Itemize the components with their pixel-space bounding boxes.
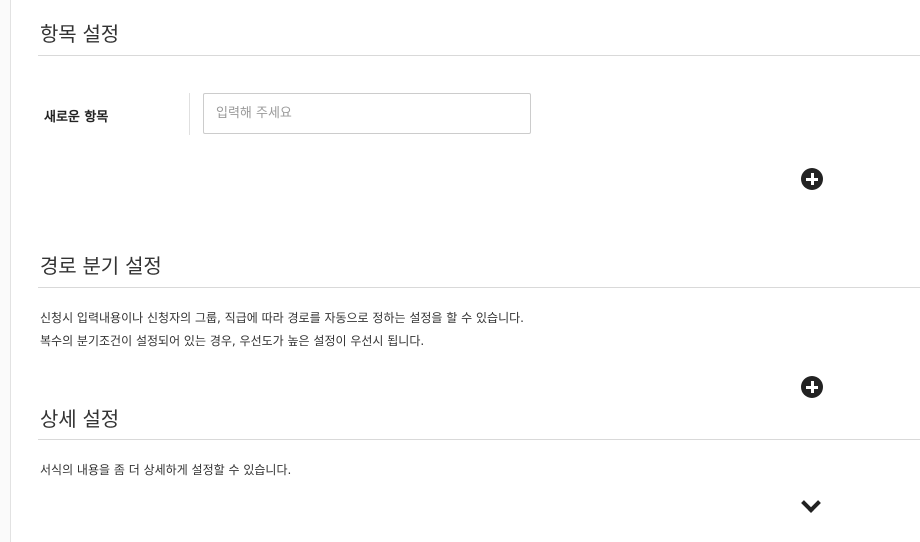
branch-section-title: 경로 분기 설정 bbox=[40, 254, 162, 278]
add-item-plus-icon[interactable] bbox=[801, 168, 823, 190]
items-section-divider bbox=[38, 55, 920, 56]
left-panel-edge bbox=[0, 0, 11, 542]
label-separator bbox=[189, 93, 190, 135]
items-section-title: 항목 설정 bbox=[40, 22, 119, 46]
detail-description: 서식의 내용을 좀 더 상세하게 설정할 수 있습니다. bbox=[40, 463, 292, 477]
detail-section-divider bbox=[38, 439, 920, 440]
branch-section-divider bbox=[38, 287, 920, 288]
add-branch-plus-icon[interactable] bbox=[801, 376, 823, 398]
expand-chevron-down-icon[interactable] bbox=[801, 493, 821, 513]
detail-section-title: 상세 설정 bbox=[40, 407, 119, 431]
new-item-label: 새로운 항목 bbox=[44, 110, 109, 125]
branch-description-line2: 복수의 분기조건이 설정되어 있는 경우, 우선도가 높은 설정이 우선시 됩니… bbox=[40, 334, 425, 348]
new-item-input[interactable] bbox=[203, 93, 531, 134]
branch-description-line1: 신청시 입력내용이나 신청자의 그룹, 직급에 따라 경로를 자동으로 정하는 … bbox=[40, 311, 524, 325]
